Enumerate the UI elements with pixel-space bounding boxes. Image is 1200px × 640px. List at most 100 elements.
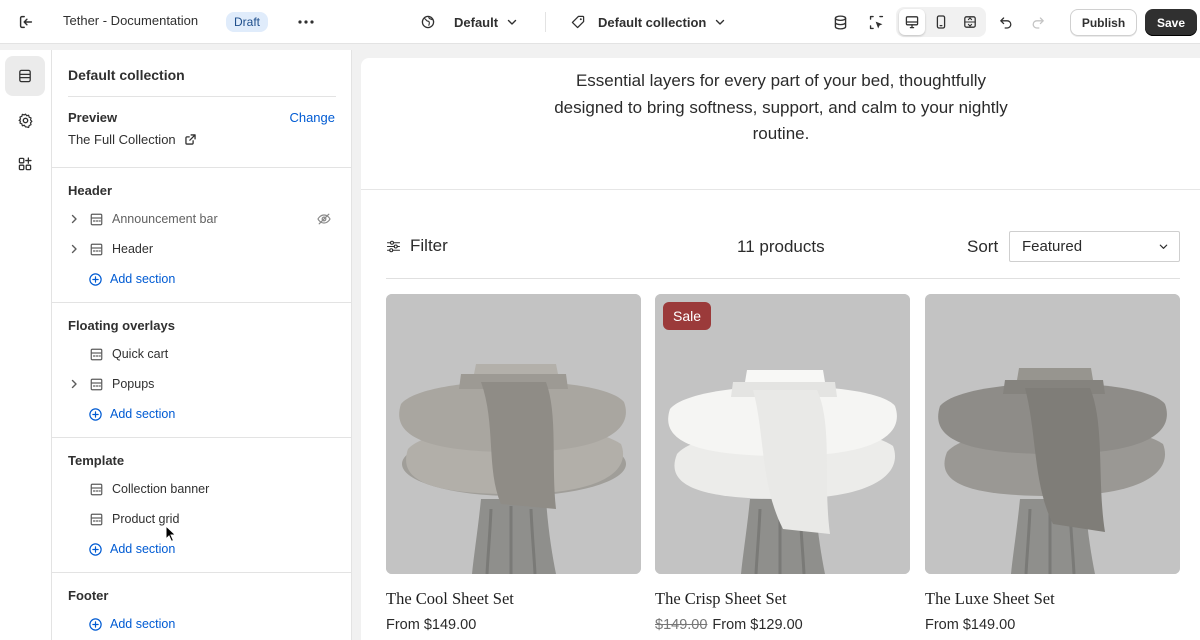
desktop-icon[interactable] (899, 9, 925, 35)
sort-select[interactable]: Featured (1009, 231, 1180, 262)
section-label: Announcement bar (112, 212, 218, 226)
section-layout-icon (88, 376, 104, 392)
template-group: Template Collection banner Product grid … (52, 437, 352, 572)
add-section-label: Add section (110, 542, 176, 556)
group-title: Footer (68, 588, 109, 603)
chevron-right-icon[interactable] (68, 243, 80, 255)
plus-circle-icon (88, 542, 103, 557)
filter-button[interactable]: Filter (386, 236, 448, 256)
product-count: 11 products (737, 237, 825, 256)
left-rail (0, 50, 52, 640)
add-section-button[interactable]: Add section (88, 404, 175, 424)
product-sale-price: From $149.00 (386, 617, 477, 633)
product-image[interactable]: Sale (655, 294, 910, 574)
product-name[interactable]: The Luxe Sheet Set (925, 589, 1180, 609)
product-sale-price: From $149.00 (925, 617, 1016, 633)
overlays-group: Floating overlays Quick cart Popups Add … (52, 302, 352, 437)
template-selector[interactable]: Default collection (570, 10, 726, 34)
plus-circle-icon (88, 617, 103, 632)
section-layout-icon (88, 211, 104, 227)
sections-icon[interactable] (5, 56, 45, 96)
product-card[interactable]: Sale The Crisp Sheet Set $149.00 From $12… (655, 294, 910, 633)
sections-panel: Default collection Preview Change The Fu… (52, 50, 352, 640)
divider (361, 189, 1200, 190)
product-price: From $149.00 (925, 617, 1180, 633)
preview-label: Preview (68, 110, 118, 125)
chevron-down-icon (506, 16, 518, 28)
eye-hidden-icon[interactable] (316, 211, 332, 227)
section-header[interactable]: Header (68, 234, 336, 264)
section-layout-icon (88, 481, 104, 497)
product-name[interactable]: The Crisp Sheet Set (655, 589, 910, 609)
mobile-icon[interactable] (928, 9, 954, 35)
settings-gear-icon[interactable] (5, 100, 45, 140)
product-card[interactable]: The Luxe Sheet Set From $149.00 (925, 294, 1180, 633)
status-badge: Draft (226, 12, 269, 32)
group-title: Template (68, 453, 125, 468)
external-link-icon[interactable] (184, 133, 197, 146)
add-section-button[interactable]: Add section (88, 269, 175, 289)
database-icon[interactable] (827, 9, 853, 35)
inspector-icon[interactable] (863, 9, 889, 35)
section-label: Product grid (112, 512, 180, 526)
more-actions-icon[interactable] (294, 10, 318, 34)
publish-button[interactable]: Publish (1070, 9, 1137, 36)
template-label: Default collection (598, 14, 707, 30)
section-product-grid[interactable]: Product grid (68, 504, 336, 534)
add-section-label: Add section (110, 272, 176, 286)
divider (386, 278, 1180, 279)
fullscreen-icon[interactable] (957, 9, 983, 35)
collection-description: Essential layers for every part of your … (554, 71, 1008, 143)
section-layout-icon (88, 346, 104, 362)
mouse-cursor-icon (165, 525, 177, 543)
product-price: From $149.00 (386, 617, 641, 633)
redo-icon[interactable] (1025, 9, 1051, 35)
theme-selector[interactable]: Default (420, 10, 518, 34)
device-toggle-group (896, 7, 986, 37)
chevron-right-icon[interactable] (68, 213, 80, 225)
section-label: Collection banner (112, 482, 210, 496)
change-preview-link[interactable]: Change (289, 110, 335, 125)
undo-icon[interactable] (993, 9, 1019, 35)
section-announcement-bar[interactable]: Announcement bar (68, 204, 336, 234)
preview-resource[interactable]: The Full Collection (68, 132, 197, 147)
chevron-down-icon (1158, 241, 1169, 252)
filter-sliders-icon (386, 239, 401, 254)
panel-title: Default collection (68, 67, 185, 83)
top-bar: Tether - Documentation Draft Default Def… (0, 0, 1200, 44)
add-section-label: Add section (110, 617, 176, 631)
apps-icon[interactable] (5, 144, 45, 184)
section-collection-banner[interactable]: Collection banner (68, 474, 336, 504)
product-name[interactable]: The Cool Sheet Set (386, 589, 641, 609)
divider (545, 12, 546, 32)
add-section-button[interactable]: Add section (88, 539, 175, 559)
chevron-right-icon[interactable] (68, 378, 80, 390)
plus-circle-icon (88, 407, 103, 422)
add-section-label: Add section (110, 407, 176, 421)
product-image[interactable] (386, 294, 641, 574)
section-layout-icon (88, 511, 104, 527)
group-title: Header (68, 183, 113, 198)
section-label: Header (112, 242, 153, 256)
divider (68, 96, 336, 97)
globe-icon (420, 14, 436, 30)
exit-icon[interactable] (14, 10, 38, 34)
section-label: Popups (112, 377, 155, 391)
section-quick-cart[interactable]: Quick cart (68, 339, 336, 369)
product-image[interactable] (925, 294, 1180, 574)
tag-icon (570, 14, 586, 30)
theme-label: Default (454, 14, 499, 30)
product-card[interactable]: The Cool Sheet Set From $149.00 (386, 294, 641, 633)
store-title: Tether - Documentation (63, 13, 199, 28)
section-popups[interactable]: Popups (68, 369, 336, 399)
add-section-button[interactable]: Add section (88, 614, 175, 634)
product-compare-price: $149.00 (655, 617, 708, 633)
product-sale-price: From $129.00 (712, 617, 803, 633)
save-button[interactable]: Save (1145, 9, 1197, 36)
section-layout-icon (88, 241, 104, 257)
preview-value: The Full Collection (68, 132, 176, 147)
filter-label: Filter (410, 236, 448, 255)
plus-circle-icon (88, 272, 103, 287)
chevron-down-icon (714, 16, 726, 28)
header-group: Header Announcement bar Header Add secti… (52, 167, 352, 302)
